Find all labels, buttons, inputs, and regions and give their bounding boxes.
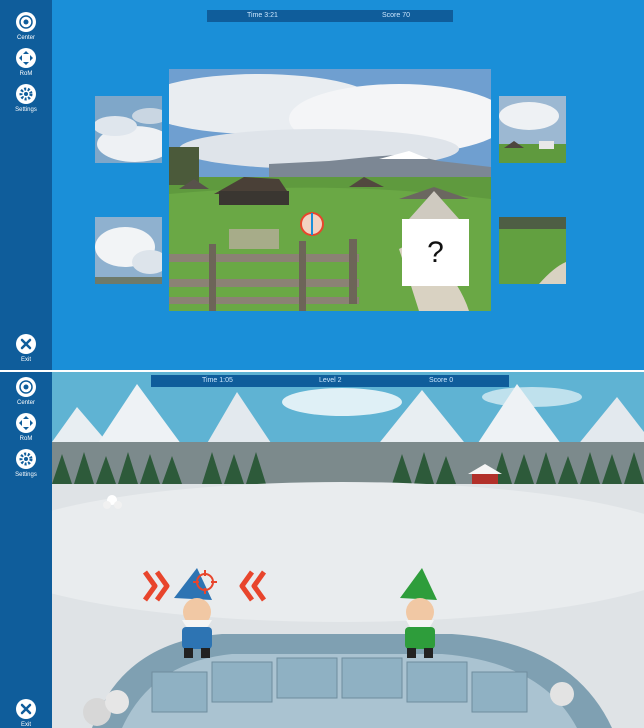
gear-icon xyxy=(16,84,36,104)
target-icon xyxy=(16,377,36,397)
sidebar-item-rom[interactable]: RoM xyxy=(0,412,52,442)
sidebar-item-label: Center xyxy=(16,400,35,406)
status-bar: Time 3:21 Score 70 xyxy=(207,10,453,22)
sidebar-item-label: RoM xyxy=(19,436,33,442)
sidebar-item-rom[interactable]: RoM xyxy=(0,47,52,77)
winter-scene-image xyxy=(52,372,644,728)
cursor-icon xyxy=(300,212,324,236)
score-text: Score 0 xyxy=(429,377,454,384)
sky-cloud-image xyxy=(95,217,162,284)
sidebar: Center RoM Settings Exit xyxy=(0,0,52,370)
sidebar-item-settings[interactable]: Settings xyxy=(0,448,52,478)
gear-icon xyxy=(16,449,36,469)
status-bar: Time 1:05 Level 2 Score 0 xyxy=(151,375,509,387)
sidebar-item-center[interactable]: Center xyxy=(0,376,52,406)
timer-text: Time 1:05 xyxy=(202,377,233,384)
sidebar-item-label: RoM xyxy=(19,71,33,77)
close-icon xyxy=(16,334,36,354)
exit-button[interactable]: Exit xyxy=(0,698,52,728)
exit-label: Exit xyxy=(20,357,31,363)
close-icon xyxy=(16,699,36,719)
puzzle-piece-right-bottom[interactable] xyxy=(499,217,566,284)
puzzle-game-panel: Center RoM Settings Exit Time 3:21 Score… xyxy=(0,0,644,370)
sky-cloud-image xyxy=(95,96,162,163)
sidebar-item-center[interactable]: Center xyxy=(0,11,52,41)
puzzle-piece-left-top[interactable] xyxy=(95,96,162,163)
puzzle-piece-left-bottom[interactable] xyxy=(95,217,162,284)
landscape-piece-image xyxy=(499,217,566,284)
sidebar-item-label: Settings xyxy=(15,472,37,478)
sidebar-item-settings[interactable]: Settings xyxy=(0,83,52,113)
timer-text: Time 3:21 xyxy=(247,12,278,19)
move-icon xyxy=(16,413,36,433)
score-text: Score 70 xyxy=(382,12,411,19)
landscape-piece-image xyxy=(499,96,566,163)
snow-game-panel: Center RoM Settings Exit Time 1:05 Level… xyxy=(0,372,644,728)
exit-label: Exit xyxy=(20,722,31,728)
exit-button[interactable]: Exit xyxy=(0,333,52,363)
level-text: Level 2 xyxy=(319,377,342,384)
move-icon xyxy=(16,48,36,68)
missing-piece-slot[interactable]: ? xyxy=(402,219,469,286)
sidebar-item-label: Center xyxy=(16,35,35,41)
sidebar-item-label: Settings xyxy=(15,107,37,113)
target-icon xyxy=(16,12,36,32)
sidebar: Center RoM Settings Exit xyxy=(0,372,52,728)
puzzle-piece-right-top[interactable] xyxy=(499,96,566,163)
